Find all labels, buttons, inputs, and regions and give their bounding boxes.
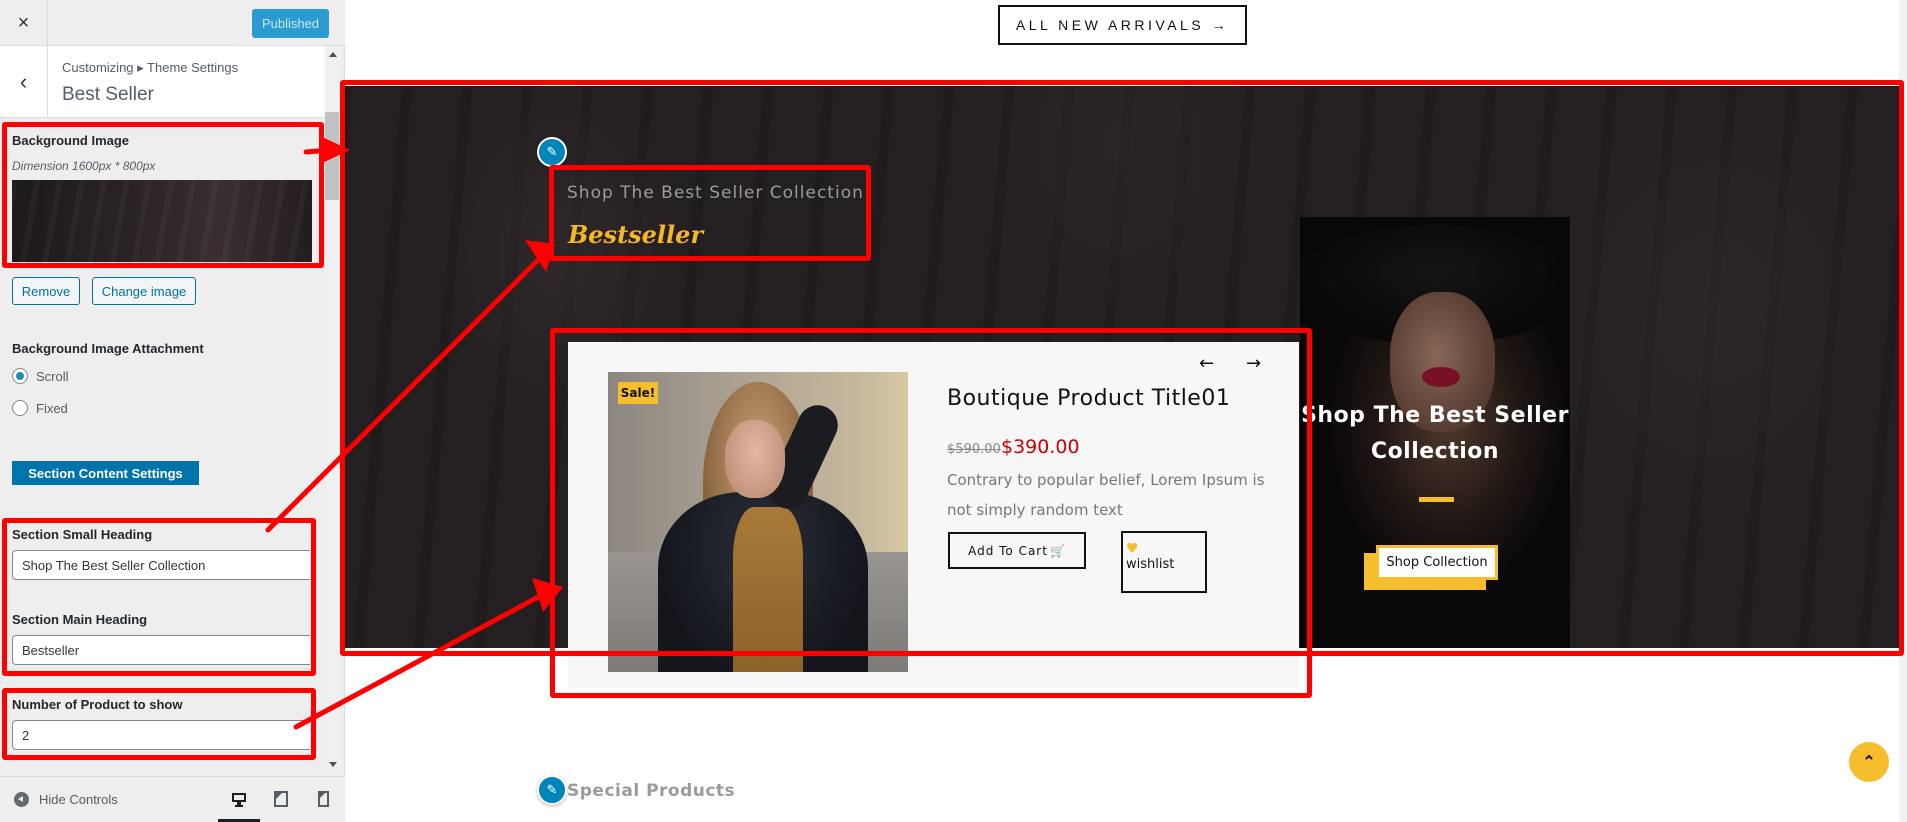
- promo-title: Shop The Best Seller Collection: [1301, 403, 1569, 464]
- radio-scroll-label: Scroll: [36, 369, 69, 384]
- product-count-label: Number of Product to show: [12, 697, 183, 712]
- shop-collection-button[interactable]: Shop Collection: [1376, 545, 1498, 580]
- radio-fixed-label: Fixed: [36, 401, 68, 416]
- all-new-arrivals-button[interactable]: ALL NEW ARRIVALS →: [998, 5, 1247, 45]
- scroll-down-icon[interactable]: [329, 762, 337, 767]
- scroll-up-icon[interactable]: [329, 52, 337, 57]
- tablet-preview-button[interactable]: [271, 789, 291, 809]
- pencil-icon: ✎: [546, 782, 558, 797]
- section-content-settings-heading: Section Content Settings: [12, 461, 199, 485]
- heart-icon: ♥: [1126, 541, 1139, 557]
- desktop-preview-button[interactable]: [229, 789, 249, 809]
- chevron-left-icon: ‹: [19, 69, 28, 94]
- back-button[interactable]: ‹: [0, 46, 48, 118]
- product-image[interactable]: [608, 372, 908, 672]
- attachment-label: Background Image Attachment: [12, 341, 204, 356]
- change-image-button[interactable]: Change image: [92, 277, 196, 305]
- cart-icon: 🛒: [1049, 543, 1066, 558]
- edit-shortcut-special[interactable]: ✎: [537, 775, 567, 805]
- mobile-preview-button[interactable]: [313, 789, 333, 809]
- sale-badge: Sale!: [618, 382, 658, 404]
- product-description: Contrary to popular belief, Lorem Ipsum …: [947, 471, 1265, 519]
- wishlist-button[interactable]: ♥ wishlist: [1121, 531, 1207, 593]
- double-chevron-up-icon: ⌃: [1862, 754, 1876, 771]
- small-heading-label: Section Small Heading: [12, 527, 153, 542]
- product-count-input[interactable]: 2: [12, 720, 310, 750]
- pencil-icon: ✎: [546, 144, 558, 159]
- add-to-cart-button[interactable]: Add To Cart 🛒: [948, 532, 1086, 569]
- special-products-heading: Special Products: [567, 781, 736, 801]
- breadcrumb: Customizing ▸ Theme Settings: [62, 60, 239, 75]
- radio-scroll[interactable]: [12, 368, 28, 384]
- product-sale-price: $390.00: [1001, 436, 1080, 458]
- mobile-icon: [317, 791, 329, 807]
- close-icon: ×: [17, 11, 30, 34]
- product-old-price: $590.00: [947, 442, 1001, 457]
- app-root: × Published ‹ Customizing ▸ Theme Settin…: [0, 0, 1907, 822]
- sidebar-scroll-thumb[interactable]: [325, 112, 339, 200]
- section-title: Best Seller: [62, 84, 154, 105]
- background-image-description: Dimension 1600px * 800px: [12, 159, 156, 173]
- wishlist-label: wishlist: [1126, 557, 1175, 572]
- preview-scrollbar[interactable]: [1899, 0, 1907, 822]
- customizer-sidebar: × Published ‹ Customizing ▸ Theme Settin…: [0, 0, 345, 822]
- product-title[interactable]: Boutique Product Title01: [947, 386, 1230, 411]
- hide-controls-label: Hide Controls: [39, 792, 118, 807]
- next-arrow-button[interactable]: →: [1246, 353, 1261, 374]
- background-image-thumbnail[interactable]: [12, 180, 312, 262]
- edit-shortcut-bestseller[interactable]: ✎: [537, 137, 567, 167]
- small-heading-input[interactable]: Shop The Best Seller Collection: [12, 550, 310, 580]
- collapse-icon: [14, 792, 29, 807]
- published-button[interactable]: Published: [252, 9, 329, 38]
- background-image-label: Background Image: [12, 133, 130, 148]
- section-header: ‹ Customizing ▸ Theme Settings Best Sell…: [0, 46, 325, 118]
- desktop-icon: [232, 792, 246, 807]
- bestseller-main-heading: Bestseller: [568, 220, 704, 249]
- promo-divider: [1419, 497, 1454, 502]
- main-heading-label: Section Main Heading: [12, 612, 148, 627]
- radio-fixed[interactable]: [12, 400, 28, 416]
- close-customizer-button[interactable]: ×: [0, 0, 48, 46]
- bestseller-small-heading: Shop The Best Seller Collection: [567, 183, 864, 203]
- tablet-icon: [274, 791, 288, 807]
- hide-controls-button[interactable]: Hide Controls: [14, 792, 118, 807]
- prev-arrow-button[interactable]: ←: [1199, 353, 1214, 374]
- back-to-top-button[interactable]: ⌃: [1849, 742, 1889, 782]
- add-to-cart-label: Add To Cart: [968, 543, 1048, 558]
- customizer-topbar: × Published: [0, 0, 345, 46]
- remove-image-button[interactable]: Remove: [12, 277, 80, 305]
- main-heading-input[interactable]: Bestseller: [12, 635, 310, 665]
- customizer-footer: Hide Controls: [0, 776, 345, 822]
